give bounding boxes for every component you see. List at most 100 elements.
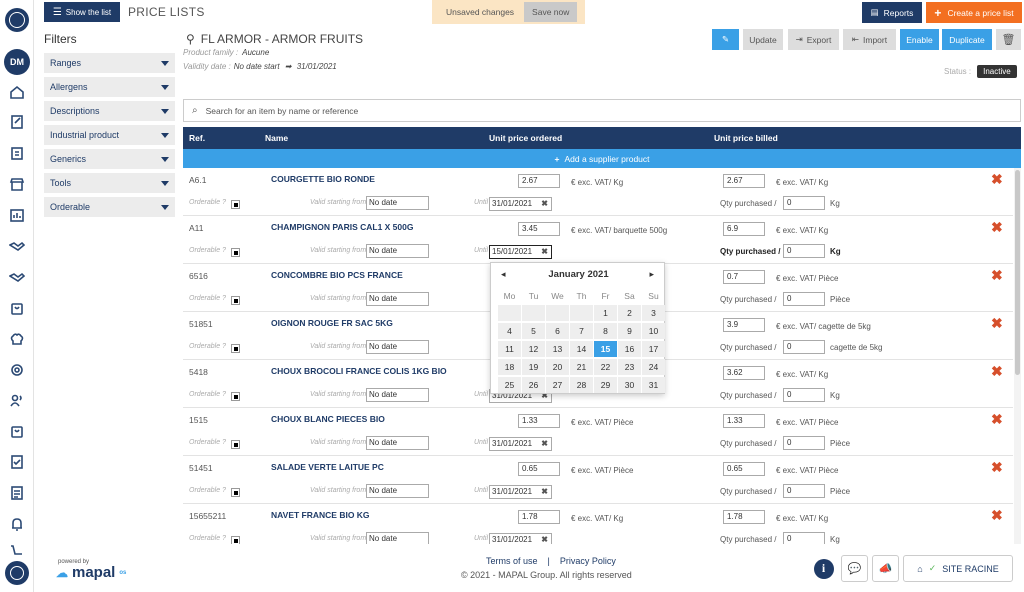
- calendar-day[interactable]: 21: [570, 359, 593, 375]
- calendar-day[interactable]: 13: [546, 341, 569, 357]
- site-selector[interactable]: ⌂ ✓ SITE RACINE: [903, 555, 1013, 582]
- clear-icon[interactable]: ✖: [541, 438, 548, 450]
- bell-icon[interactable]: [7, 514, 27, 534]
- filter-group-generics[interactable]: Generics: [44, 149, 175, 169]
- calendar-day[interactable]: 6: [546, 323, 569, 339]
- calendar-day[interactable]: 10: [642, 323, 665, 339]
- valid-from-input[interactable]: No date: [366, 340, 429, 354]
- filter-group-tools[interactable]: Tools: [44, 173, 175, 193]
- valid-from-input[interactable]: No date: [366, 388, 429, 402]
- calendar-day[interactable]: 30: [618, 377, 641, 393]
- qty-purchased-input[interactable]: 0: [783, 292, 825, 306]
- store-icon[interactable]: [7, 174, 27, 194]
- app-logo[interactable]: [5, 8, 29, 32]
- delete-icon[interactable]: ✖: [991, 459, 1003, 476]
- calendar-day[interactable]: 5: [522, 323, 545, 339]
- unit-price-billed-input[interactable]: 1.78: [723, 510, 765, 524]
- trash-button[interactable]: 🗑: [996, 29, 1021, 50]
- until-input[interactable]: 31/01/2021 ✖: [489, 437, 552, 451]
- orderable-checkbox[interactable]: [231, 392, 240, 401]
- users-icon[interactable]: [7, 390, 27, 410]
- filter-group-allergens[interactable]: Allergens: [44, 77, 175, 97]
- cart-icon[interactable]: [7, 541, 27, 561]
- calendar-day[interactable]: 15: [594, 341, 617, 357]
- invoice-icon[interactable]: [7, 483, 27, 503]
- delete-icon[interactable]: ✖: [991, 363, 1003, 380]
- calendar-day[interactable]: 27: [546, 377, 569, 393]
- delete-icon[interactable]: ✖: [991, 219, 1003, 236]
- calendar-day[interactable]: 16: [618, 341, 641, 357]
- duplicate-button[interactable]: Duplicate: [942, 29, 992, 50]
- unit-price-billed-input[interactable]: 6.9: [723, 222, 765, 236]
- filter-group-industrial-product[interactable]: Industrial product: [44, 125, 175, 145]
- product-name-link[interactable]: NAVET FRANCE BIO KG: [271, 510, 370, 520]
- unit-price-ordered-input[interactable]: 3.45: [518, 222, 560, 236]
- unit-price-ordered-input[interactable]: 1.78: [518, 510, 560, 524]
- calendar-day[interactable]: 28: [570, 377, 593, 393]
- calendar-day[interactable]: 22: [594, 359, 617, 375]
- calendar-day[interactable]: 1: [594, 305, 617, 321]
- orderable-checkbox[interactable]: [231, 200, 240, 209]
- calendar-day[interactable]: 12: [522, 341, 545, 357]
- qty-purchased-input[interactable]: 0: [783, 532, 825, 544]
- unit-price-billed-input[interactable]: 1.33: [723, 414, 765, 428]
- valid-from-input[interactable]: No date: [366, 484, 429, 498]
- restaurant-logo-icon[interactable]: [5, 561, 29, 585]
- unit-price-billed-input[interactable]: 0.7: [723, 270, 765, 284]
- qty-purchased-input[interactable]: 0: [783, 244, 825, 258]
- home-icon[interactable]: [7, 82, 27, 102]
- calendar-day[interactable]: 14: [570, 341, 593, 357]
- settings-icon[interactable]: [7, 360, 27, 380]
- qty-purchased-input[interactable]: 0: [783, 196, 825, 210]
- clear-icon[interactable]: ✖: [541, 198, 548, 210]
- calendar-day[interactable]: 29: [594, 377, 617, 393]
- report-icon[interactable]: [7, 205, 27, 225]
- unit-price-billed-input[interactable]: 2.67: [723, 174, 765, 188]
- unit-price-ordered-input[interactable]: 0.65: [518, 462, 560, 476]
- unit-price-ordered-input[interactable]: 1.33: [518, 414, 560, 428]
- calendar-day[interactable]: 31: [642, 377, 665, 393]
- search-input[interactable]: ⌕ Search for an item by name or referenc…: [183, 99, 1021, 122]
- clipboard-icon[interactable]: [7, 143, 27, 163]
- privacy-link[interactable]: Privacy Policy: [560, 556, 616, 566]
- valid-from-input[interactable]: No date: [366, 244, 429, 258]
- product-name-link[interactable]: SALADE VERTE LAITUE PC: [271, 462, 384, 472]
- calendar-day[interactable]: 18: [498, 359, 521, 375]
- calendar-day[interactable]: 20: [546, 359, 569, 375]
- create-price-list-button[interactable]: + Create a price list: [926, 2, 1022, 23]
- qty-purchased-input[interactable]: 0: [783, 388, 825, 402]
- filter-group-descriptions[interactable]: Descriptions: [44, 101, 175, 121]
- handshake-icon[interactable]: [7, 236, 27, 256]
- until-input[interactable]: 31/01/2021 ✖: [489, 533, 552, 544]
- calendar-day[interactable]: 24: [642, 359, 665, 375]
- valid-from-input[interactable]: No date: [366, 436, 429, 450]
- orderable-checkbox[interactable]: [231, 344, 240, 353]
- delete-icon[interactable]: ✖: [991, 315, 1003, 332]
- product-name-link[interactable]: CONCOMBRE BIO PCS FRANCE: [271, 270, 403, 280]
- clear-icon[interactable]: ✖: [541, 534, 548, 544]
- calendar-day[interactable]: 26: [522, 377, 545, 393]
- enable-button[interactable]: Enable: [900, 29, 939, 50]
- info-button[interactable]: i: [810, 555, 837, 582]
- until-input[interactable]: 31/01/2021 ✖: [489, 197, 552, 211]
- qty-purchased-input[interactable]: 0: [783, 484, 825, 498]
- delete-icon[interactable]: ✖: [991, 411, 1003, 428]
- valid-from-input[interactable]: No date: [366, 196, 429, 210]
- scrollbar-thumb[interactable]: [1015, 170, 1020, 375]
- edit-doc-icon[interactable]: [7, 112, 27, 132]
- import-button[interactable]: ⇤ Import: [843, 29, 896, 50]
- chat-button[interactable]: 💬: [841, 555, 868, 582]
- until-input[interactable]: 15/01/2021 ✖: [489, 245, 552, 259]
- calendar-day[interactable]: 9: [618, 323, 641, 339]
- orderable-checkbox[interactable]: [231, 536, 240, 544]
- show-list-button[interactable]: ☰ Show the list: [44, 2, 120, 22]
- delete-icon[interactable]: ✖: [991, 267, 1003, 284]
- orderable-checkbox[interactable]: [231, 296, 240, 305]
- bag-icon[interactable]: [7, 421, 27, 441]
- feedback-button[interactable]: 📣: [872, 555, 899, 582]
- export-button[interactable]: ⇥ Export: [788, 29, 839, 50]
- calendar-day[interactable]: 7: [570, 323, 593, 339]
- checklist-icon[interactable]: [7, 452, 27, 472]
- unit-price-billed-input[interactable]: 0.65: [723, 462, 765, 476]
- orderable-checkbox[interactable]: [231, 488, 240, 497]
